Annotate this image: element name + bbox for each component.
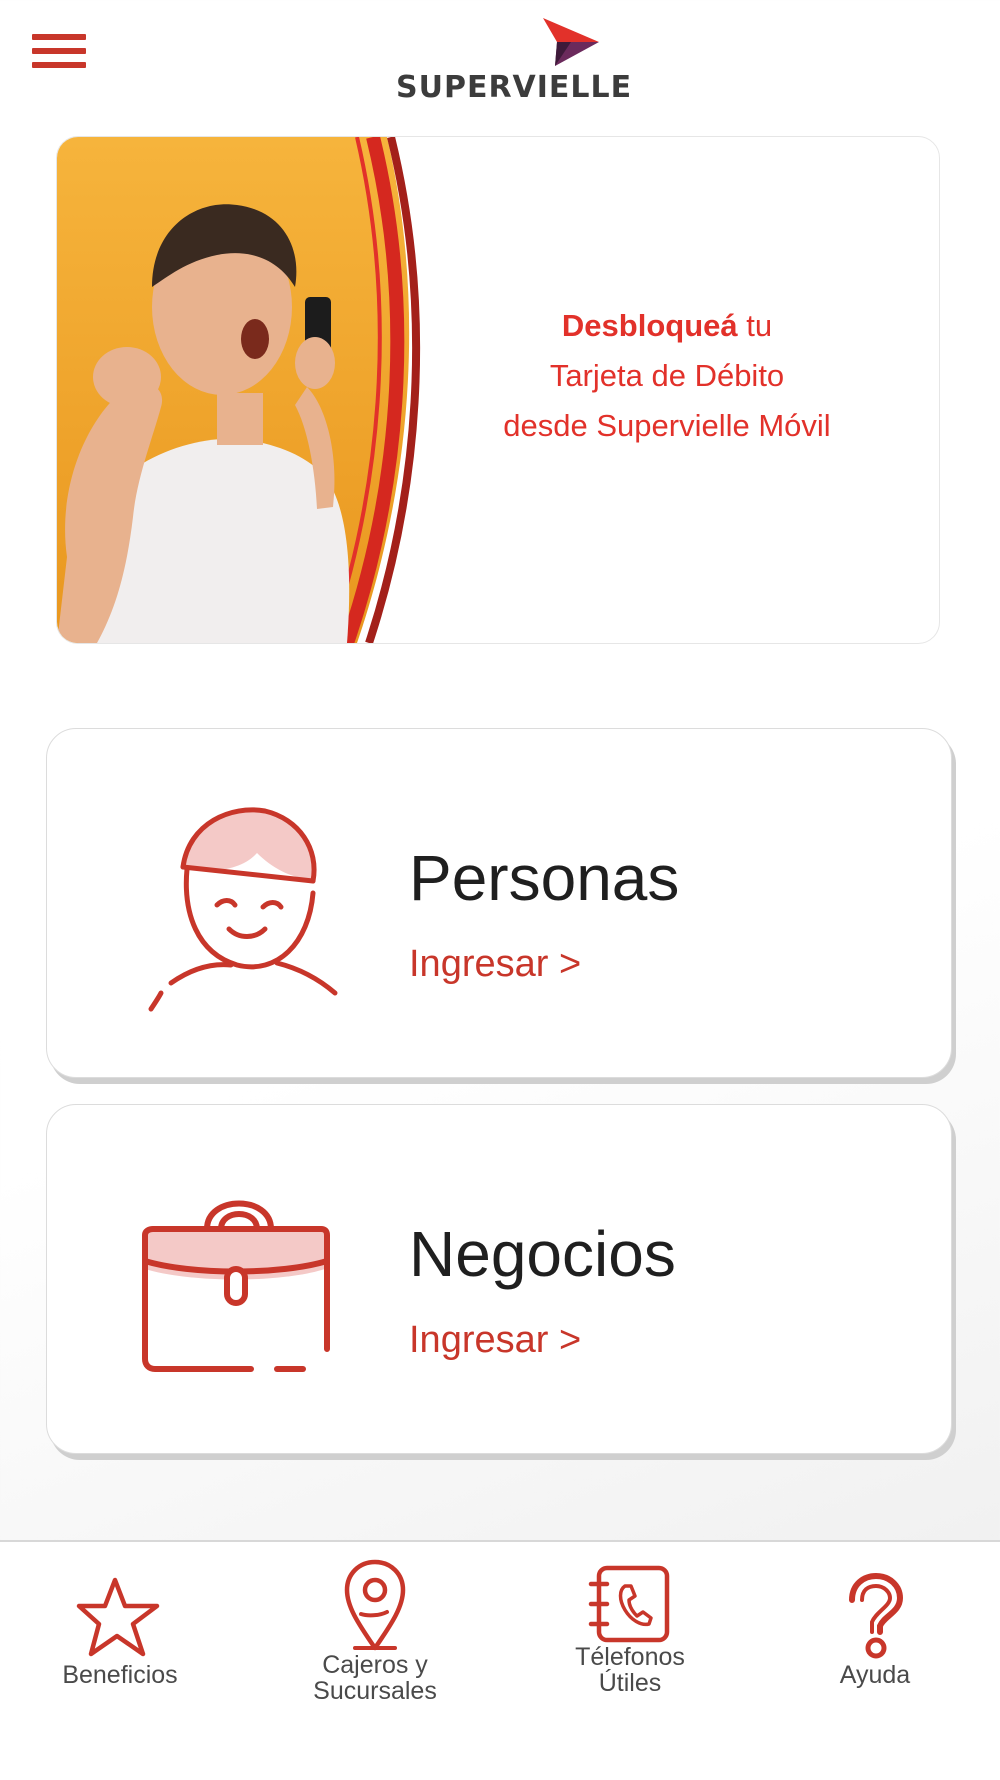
nav-telefonos-label-1: Télefonos	[575, 1643, 685, 1671]
personas-title: Personas	[409, 842, 680, 914]
question-mark-icon	[849, 1572, 904, 1659]
nav-cajeros-label-1: Cajeros y	[322, 1651, 428, 1679]
negocios-ingresar-link[interactable]: Ingresar >	[409, 1319, 581, 1362]
bottom-nav: Beneficios Cajeros y Sucursales Télefono…	[0, 1540, 1000, 1780]
briefcase-icon	[142, 1200, 330, 1372]
star-icon	[76, 1577, 160, 1657]
promo-text-line2: Tarjeta de Débito	[549, 358, 785, 393]
promo-text-line1: tu	[737, 308, 773, 343]
location-pin-icon	[344, 1559, 406, 1651]
logo-mark-icon	[543, 18, 599, 66]
personas-ingresar-link[interactable]: Ingresar >	[409, 943, 581, 986]
supervielle-logo: SUPERVIELLE	[396, 16, 631, 106]
promo-text-bold: Desbloqueá	[561, 308, 738, 343]
nav-telefonos-label-2: Útiles	[598, 1669, 662, 1697]
nav-cajeros-label-2: Sucursales	[313, 1677, 437, 1705]
hamburger-menu-icon[interactable]	[32, 34, 86, 74]
person-icon	[148, 807, 338, 1012]
negocios-title: Negocios	[409, 1218, 676, 1290]
nav-beneficios[interactable]: Beneficios	[10, 1572, 230, 1688]
personas-card[interactable]: Personas Ingresar >	[46, 728, 952, 1078]
nav-ayuda-label: Ayuda	[839, 1661, 911, 1689]
negocios-card[interactable]: Negocios Ingresar >	[46, 1104, 952, 1454]
nav-cajeros[interactable]: Cajeros y Sucursales	[265, 1558, 485, 1704]
nav-ayuda[interactable]: Ayuda	[765, 1572, 985, 1688]
promo-text: Desbloqueá tu Tarjeta de Débito desde Su…	[427, 301, 907, 451]
nav-telefonos[interactable]: Télefonos Útiles	[520, 1564, 740, 1696]
nav-beneficios-label: Beneficios	[62, 1661, 178, 1689]
logo-text: SUPERVIELLE	[396, 70, 633, 105]
promo-banner[interactable]: Desbloqueá tu Tarjeta de Débito desde Su…	[56, 136, 940, 644]
promo-text-line3: desde Supervielle Móvil	[503, 408, 831, 443]
phone-book-icon	[588, 1565, 670, 1643]
